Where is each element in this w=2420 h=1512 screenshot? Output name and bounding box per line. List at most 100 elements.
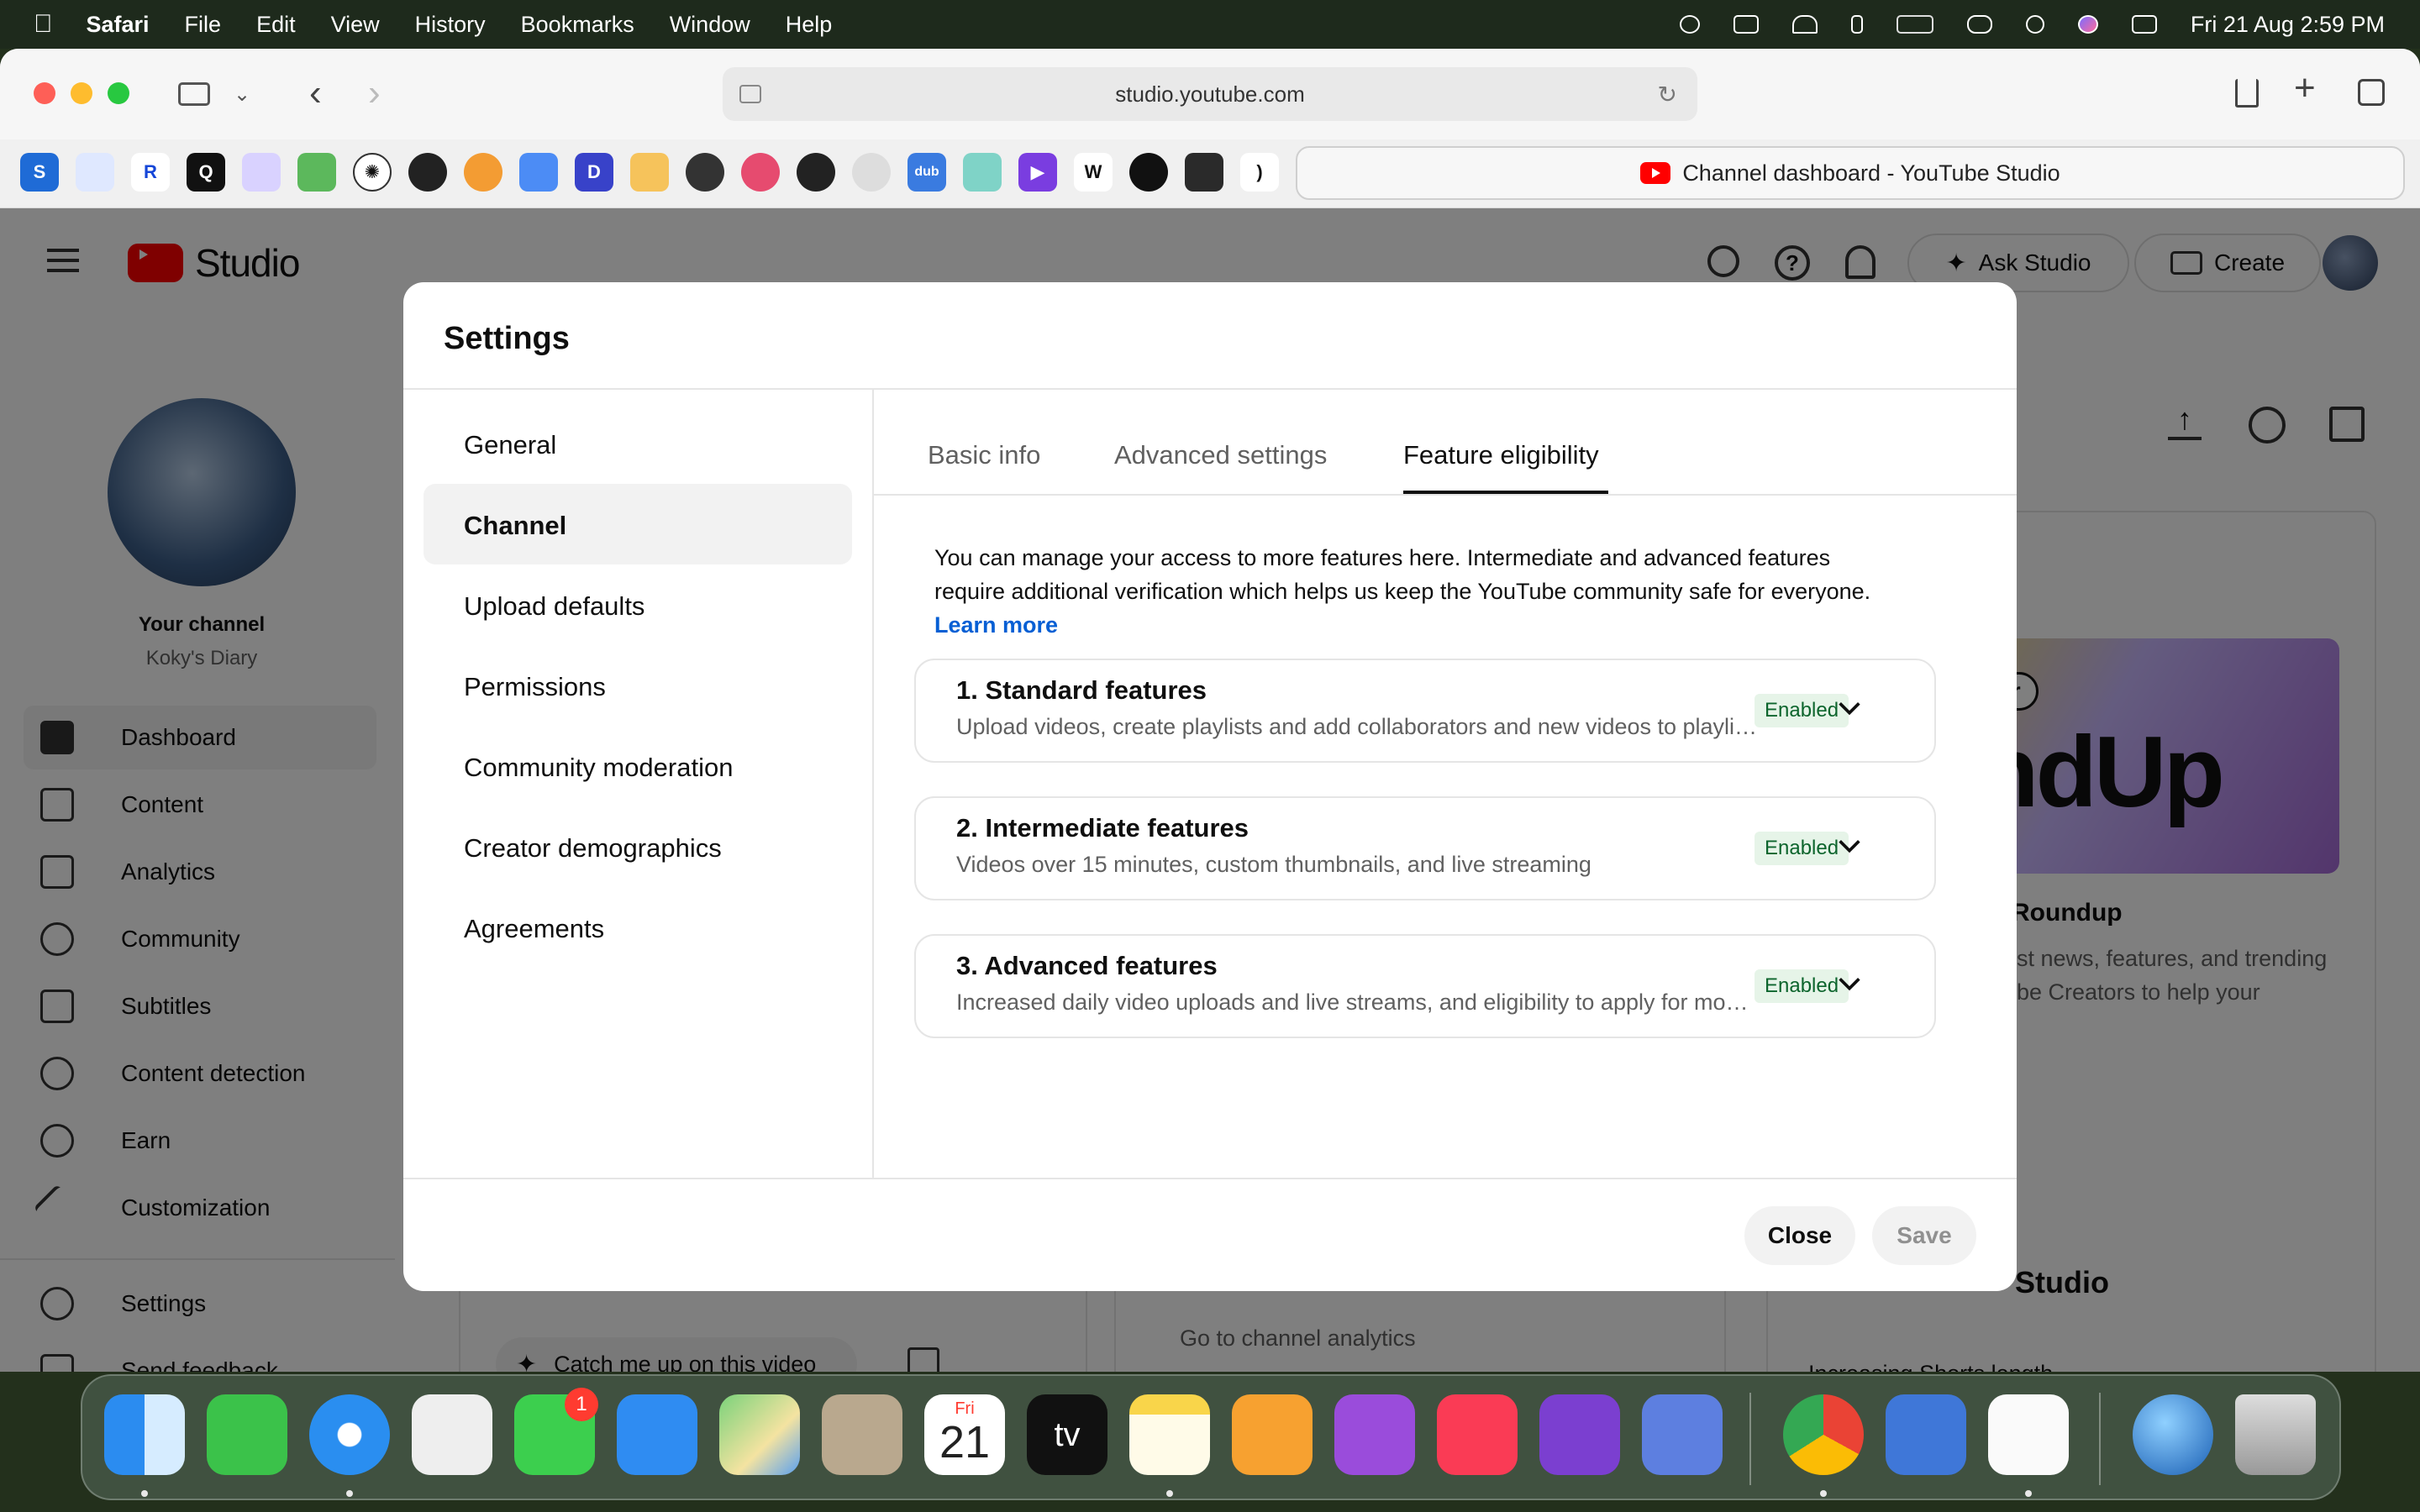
notes-icon[interactable] xyxy=(1129,1394,1210,1475)
feature-card-intermediate[interactable]: 2. Intermediate features Videos over 15 … xyxy=(914,796,1936,900)
apple-icon[interactable]:  xyxy=(34,10,53,39)
feature-title: 3. Advanced features xyxy=(956,951,1218,980)
pages-icon[interactable] xyxy=(1232,1394,1313,1475)
favorite-21-icon[interactable] xyxy=(1129,153,1168,192)
save-button[interactable]: Save xyxy=(1872,1206,1976,1265)
feature-card-standard[interactable]: 1. Standard features Upload videos, crea… xyxy=(914,659,1936,763)
favorite-1-icon[interactable]: S xyxy=(20,153,59,192)
favorite-7-icon[interactable]: ✺ xyxy=(353,153,392,192)
menu-bookmarks[interactable]: Bookmarks xyxy=(521,12,634,38)
favorite-19-icon[interactable]: ▶ xyxy=(1018,153,1057,192)
app-icon[interactable] xyxy=(1886,1394,1966,1475)
favorite-13-icon[interactable] xyxy=(686,153,724,192)
battery-icon[interactable] xyxy=(1896,15,1933,34)
trash-icon[interactable] xyxy=(2235,1394,2316,1475)
favorite-10-icon[interactable] xyxy=(519,153,558,192)
favorite-16-icon[interactable] xyxy=(852,153,891,192)
sidebar-item-permissions[interactable]: Permissions xyxy=(464,672,606,702)
favorite-23-icon[interactable]: ) xyxy=(1240,153,1279,192)
chevron-down-icon[interactable] xyxy=(1835,969,1864,998)
favorite-14-icon[interactable] xyxy=(741,153,780,192)
chevron-down-icon[interactable] xyxy=(1835,694,1864,722)
contacts-icon[interactable] xyxy=(822,1394,902,1475)
music-icon[interactable] xyxy=(1437,1394,1518,1475)
sidebar-item-agreements[interactable]: Agreements xyxy=(464,914,604,944)
menu-window[interactable]: Window xyxy=(670,12,750,38)
favorite-5-icon[interactable] xyxy=(242,153,281,192)
sidebar-item-creator-demographics[interactable]: Creator demographics xyxy=(464,833,722,864)
sidebar-toggle-icon[interactable] xyxy=(178,82,210,106)
menu-history[interactable]: History xyxy=(415,12,486,38)
wifi-icon[interactable] xyxy=(1791,15,1818,34)
close-button[interactable]: Close xyxy=(1744,1206,1855,1265)
search-icon[interactable] xyxy=(2025,15,2044,34)
forward-icon[interactable]: › xyxy=(368,72,381,114)
mail-icon[interactable] xyxy=(617,1394,697,1475)
back-icon[interactable]: ‹ xyxy=(309,72,322,114)
favorite-3-icon[interactable]: R xyxy=(131,153,170,192)
tab-active[interactable]: Channel dashboard - YouTube Studio xyxy=(1296,146,2405,200)
link-icon[interactable] xyxy=(1966,15,1992,34)
learn-more-link[interactable]: Learn more xyxy=(934,608,1943,642)
apple-tv-label: tv xyxy=(1054,1415,1081,1453)
facetime-icon[interactable] xyxy=(207,1394,287,1475)
chevron-down-icon[interactable] xyxy=(1835,832,1864,860)
page-settings-icon[interactable] xyxy=(739,85,761,103)
tab-overview-icon[interactable] xyxy=(2358,79,2385,106)
favorite-8-icon[interactable] xyxy=(408,153,447,192)
favorite-12-icon[interactable] xyxy=(630,153,669,192)
menu-bar:  Safari File Edit View History Bookmark… xyxy=(0,0,2420,49)
globe-icon[interactable] xyxy=(2133,1394,2213,1475)
menu-edit[interactable]: Edit xyxy=(256,12,296,38)
favorite-4-icon[interactable]: Q xyxy=(187,153,225,192)
messages-badge: 1 xyxy=(565,1388,598,1421)
calendar-icon[interactable]: Fri 21 xyxy=(924,1394,1005,1475)
podcasts-icon[interactable] xyxy=(1334,1394,1415,1475)
siri-icon[interactable] xyxy=(2077,15,2098,34)
dialog-footer-divider xyxy=(403,1178,2017,1179)
menu-app-name[interactable]: Safari xyxy=(87,12,150,38)
favorite-22-icon[interactable] xyxy=(1185,153,1223,192)
safari-icon[interactable] xyxy=(309,1394,390,1475)
chevron-down-icon[interactable]: ⌄ xyxy=(234,82,250,107)
menu-datetime[interactable]: Fri 21 Aug 2:59 PM xyxy=(2191,12,2385,38)
new-tab-icon[interactable]: + xyxy=(2294,67,2316,109)
finder-icon[interactable] xyxy=(104,1394,185,1475)
keyboard-icon[interactable] xyxy=(1733,15,1759,34)
zoom-window-button[interactable] xyxy=(108,82,129,104)
favorite-2-icon[interactable] xyxy=(76,153,114,192)
user-icon[interactable] xyxy=(1679,15,1700,34)
favorite-6-icon[interactable] xyxy=(297,153,336,192)
sidebar-item-general[interactable]: General xyxy=(464,430,556,460)
tab-feature-eligibility[interactable]: Feature eligibility xyxy=(1403,440,1599,470)
favorite-9-icon[interactable] xyxy=(464,153,502,192)
launchpad-icon[interactable] xyxy=(412,1394,492,1475)
menu-help[interactable]: Help xyxy=(786,12,833,38)
reload-icon[interactable]: ↻ xyxy=(1658,81,1677,108)
bluetooth-icon[interactable] xyxy=(1850,15,1863,34)
address-bar[interactable]: studio.youtube.com ↻ xyxy=(723,67,1697,121)
favorite-18-icon[interactable] xyxy=(963,153,1002,192)
sidebar-item-upload-defaults[interactable]: Upload defaults xyxy=(464,591,644,622)
simulator-icon[interactable] xyxy=(1642,1394,1723,1475)
feedback-assistant-icon[interactable] xyxy=(1539,1394,1620,1475)
favorite-11-icon[interactable]: D xyxy=(575,153,613,192)
menu-file[interactable]: File xyxy=(185,12,222,38)
share-icon[interactable] xyxy=(2235,79,2259,108)
favorite-17-icon[interactable]: dub xyxy=(908,153,946,192)
sidebar-item-community-moderation[interactable]: Community moderation xyxy=(464,753,733,783)
minimize-window-button[interactable] xyxy=(71,82,92,104)
tab-basic-info[interactable]: Basic info xyxy=(928,440,1040,470)
control-center-icon[interactable] xyxy=(2131,15,2157,34)
maps-icon[interactable] xyxy=(719,1394,800,1475)
chrome-icon[interactable] xyxy=(1783,1394,1864,1475)
apple-tv-icon[interactable]: tv xyxy=(1027,1394,1107,1475)
favorite-20-icon[interactable]: W xyxy=(1074,153,1113,192)
textedit-icon[interactable] xyxy=(1988,1394,2069,1475)
sidebar-item-channel[interactable]: Channel xyxy=(464,511,566,541)
tab-advanced-settings[interactable]: Advanced settings xyxy=(1114,440,1327,470)
favorite-15-icon[interactable] xyxy=(797,153,835,192)
feature-card-advanced[interactable]: 3. Advanced features Increased daily vid… xyxy=(914,934,1936,1038)
menu-view[interactable]: View xyxy=(331,12,380,38)
close-window-button[interactable] xyxy=(34,82,55,104)
